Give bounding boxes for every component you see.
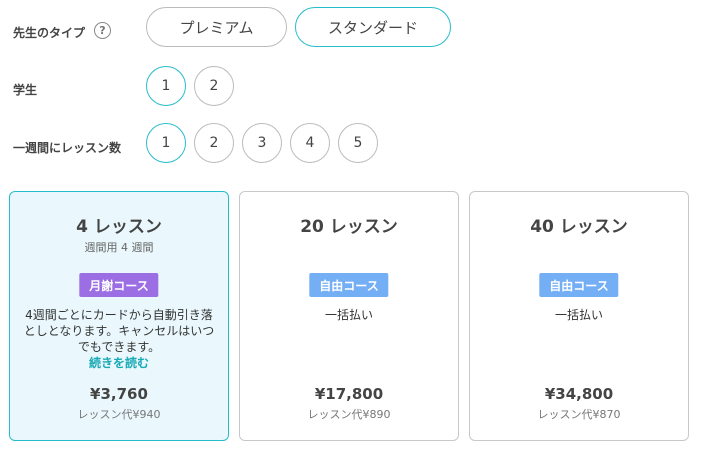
plan-per-lesson: レッスン代¥870 bbox=[537, 408, 621, 421]
plan-description: 一括払い bbox=[324, 308, 373, 322]
teacher-type-label: 先生のタイプ bbox=[13, 26, 86, 40]
plan-per-lesson: レッスン代¥890 bbox=[307, 408, 391, 421]
plan-title: 4 レッスン bbox=[76, 217, 162, 237]
plan-badge: 月謝コース bbox=[79, 273, 159, 297]
plan-card-40-lessons[interactable]: 40 レッスン 自由コース 一括払い ¥34,800 レッスン代¥870 bbox=[469, 191, 689, 441]
plan-card-20-lessons[interactable]: 20 レッスン 自由コース 一括払い ¥17,800 レッスン代¥890 bbox=[239, 191, 459, 441]
lessons-option-5[interactable]: 5 bbox=[338, 123, 378, 163]
teacher-type-standard-button[interactable]: スタンダード bbox=[295, 7, 451, 47]
plan-card-4-lessons[interactable]: 4 レッスン 週間用 4 週間 月謝コース 4週間ごとにカードから自動引き落とし… bbox=[9, 191, 229, 441]
plan-price: ¥17,800 bbox=[314, 385, 384, 403]
lessons-option-2[interactable]: 2 bbox=[194, 123, 234, 163]
plan-title: 40 レッスン bbox=[530, 217, 628, 237]
plan-subtitle: 週間用 4 週間 bbox=[84, 241, 154, 254]
plan-description: 一括払い bbox=[554, 308, 603, 322]
plan-per-lesson: レッスン代¥940 bbox=[77, 408, 161, 421]
plan-price: ¥34,800 bbox=[544, 385, 614, 403]
plan-badge: 自由コース bbox=[539, 273, 619, 297]
read-more-link[interactable]: 続きを読む bbox=[89, 356, 149, 370]
students-option-1[interactable]: 1 bbox=[146, 66, 186, 106]
lessons-per-week-label: 一週間にレッスン数 bbox=[13, 141, 122, 155]
students-option-2[interactable]: 2 bbox=[194, 66, 234, 106]
plan-description: 4週間ごとにカードから自動引き落としとなります。キャンセルはいつでもできます。 bbox=[23, 308, 215, 354]
lessons-option-1[interactable]: 1 bbox=[146, 123, 186, 163]
teacher-type-premium-button[interactable]: プレミアム bbox=[146, 7, 287, 47]
lessons-option-3[interactable]: 3 bbox=[242, 123, 282, 163]
lessons-option-4[interactable]: 4 bbox=[290, 123, 330, 163]
plan-title: 20 レッスン bbox=[300, 217, 398, 237]
plan-description-block: 4週間ごとにカードから自動引き落としとなります。キャンセルはいつでもできます。 … bbox=[20, 307, 218, 371]
students-label: 学生 bbox=[13, 83, 38, 97]
question-circle-icon[interactable]: ? bbox=[94, 22, 111, 39]
plan-price: ¥3,760 bbox=[90, 385, 148, 403]
plan-badge: 自由コース bbox=[309, 273, 389, 297]
